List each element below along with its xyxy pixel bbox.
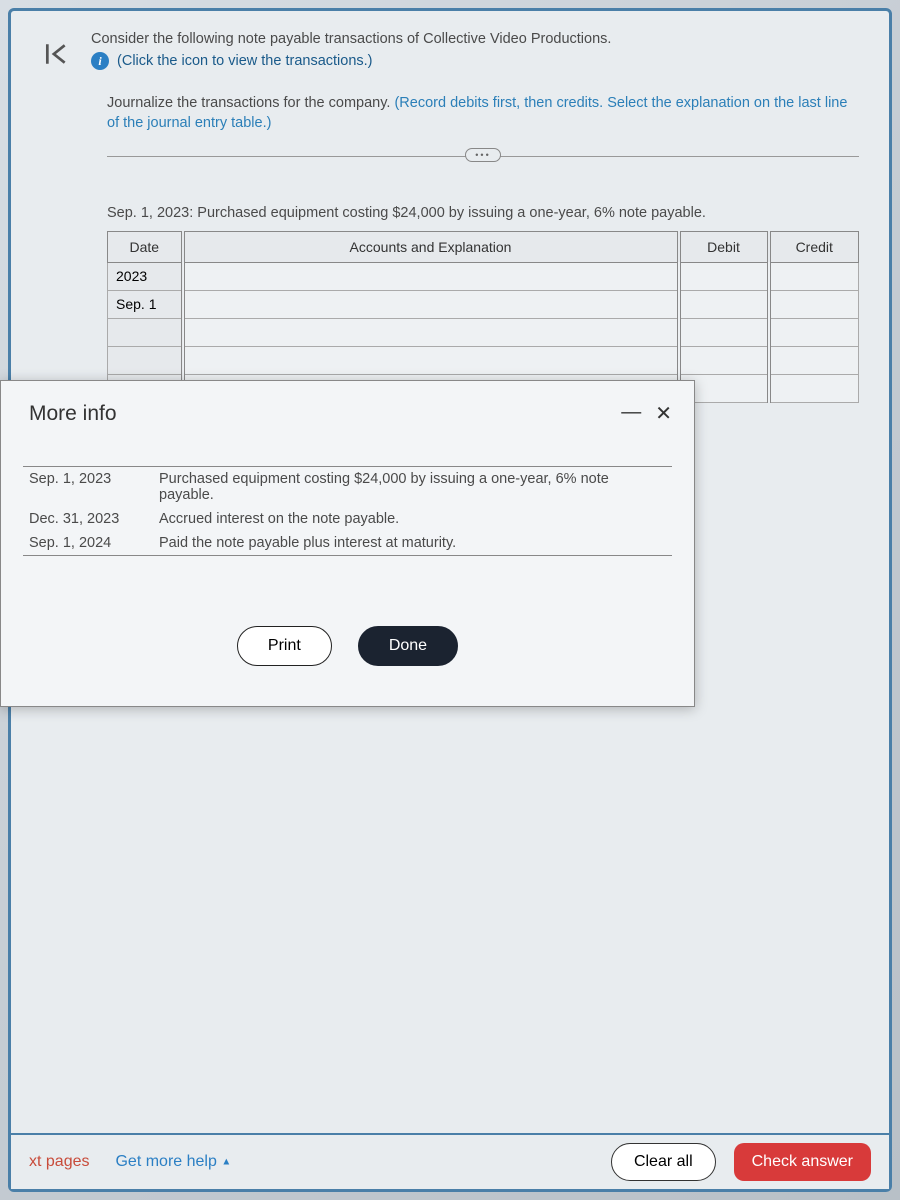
credit-input[interactable]: [779, 296, 851, 312]
help-label: Get more help: [115, 1153, 216, 1170]
cell-date: [108, 318, 183, 346]
header-credit: Credit: [769, 231, 859, 262]
view-transactions-link[interactable]: (Click the icon to view the transactions…: [117, 53, 372, 69]
instruction-prefix: Journalize the transactions for the comp…: [107, 95, 394, 111]
debit-input[interactable]: [689, 268, 759, 284]
cell-debit[interactable]: [679, 290, 769, 318]
close-icon[interactable]: ✕: [655, 401, 672, 426]
credit-input[interactable]: [779, 268, 851, 284]
more-info-modal: More info — ✕ Sep. 1, 2023 Purchased equ…: [0, 380, 695, 707]
journal-entry-section: Sep. 1, 2023: Purchased equipment costin…: [11, 175, 889, 403]
bottom-right: Clear all Check answer: [611, 1143, 871, 1181]
bottom-left: xt pages Get more help ▲: [29, 1153, 231, 1171]
cell-credit[interactable]: [769, 318, 859, 346]
modal-header: More info — ✕: [1, 381, 694, 438]
text-pages-link[interactable]: xt pages: [29, 1153, 89, 1171]
journal-table: Date Accounts and Explanation Debit Cred…: [107, 231, 859, 403]
minimize-icon[interactable]: —: [621, 401, 641, 426]
intro-line1: Consider the following note payable tran…: [91, 29, 869, 51]
accounts-input[interactable]: [193, 296, 669, 312]
credit-input[interactable]: [779, 324, 851, 340]
cell-debit[interactable]: [679, 346, 769, 374]
accounts-input[interactable]: [193, 268, 669, 284]
entry-label: Sep. 1, 2023: Purchased equipment costin…: [107, 205, 859, 221]
credit-input[interactable]: [779, 352, 851, 368]
info-row: Sep. 1, 2023 Purchased equipment costing…: [23, 467, 672, 508]
chevron-left-bar-icon: [43, 41, 69, 67]
modal-actions: Print Done: [1, 566, 694, 706]
clear-all-button[interactable]: Clear all: [611, 1143, 716, 1181]
info-row: Sep. 1, 2024 Paid the note payable plus …: [23, 531, 672, 556]
cell-credit[interactable]: [769, 290, 859, 318]
caret-up-icon: ▲: [221, 1156, 231, 1167]
cell-day: Sep. 1: [108, 290, 183, 318]
table-row: 2023: [108, 262, 859, 290]
modal-window-controls: — ✕: [621, 401, 672, 426]
cell-accounts[interactable]: [183, 262, 679, 290]
back-icon[interactable]: [31, 29, 81, 79]
modal-body: Sep. 1, 2023 Purchased equipment costing…: [1, 438, 694, 566]
accounts-input[interactable]: [193, 352, 669, 368]
done-button[interactable]: Done: [358, 626, 458, 666]
header-accounts: Accounts and Explanation: [183, 231, 679, 262]
cell-accounts[interactable]: [183, 318, 679, 346]
info-desc: Paid the note payable plus interest at m…: [153, 531, 672, 556]
info-row: Dec. 31, 2023 Accrued interest on the no…: [23, 507, 672, 531]
table-header-row: Date Accounts and Explanation Debit Cred…: [108, 231, 859, 262]
print-button[interactable]: Print: [237, 626, 332, 666]
info-desc: Accrued interest on the note payable.: [153, 507, 672, 531]
debit-input[interactable]: [689, 324, 759, 340]
cell-credit[interactable]: [769, 346, 859, 374]
intro-text: Consider the following note payable tran…: [81, 29, 869, 73]
info-date: Sep. 1, 2023: [23, 467, 153, 508]
get-more-help-link[interactable]: Get more help ▲: [115, 1153, 231, 1171]
debit-input[interactable]: [689, 296, 759, 312]
section-divider: •••: [107, 156, 859, 157]
intro-line2: i (Click the icon to view the transactio…: [91, 51, 869, 73]
debit-input[interactable]: [689, 380, 759, 396]
cell-date: [108, 346, 183, 374]
header-debit: Debit: [679, 231, 769, 262]
check-answer-button[interactable]: Check answer: [734, 1143, 871, 1181]
header-date: Date: [108, 231, 183, 262]
table-row: Sep. 1: [108, 290, 859, 318]
cell-debit[interactable]: [679, 318, 769, 346]
cell-credit[interactable]: [769, 374, 859, 402]
bottom-bar: xt pages Get more help ▲ Clear all Check…: [11, 1133, 889, 1189]
instruction-text: Journalize the transactions for the comp…: [11, 87, 889, 146]
drag-grip-icon[interactable]: •••: [465, 148, 501, 162]
modal-title: More info: [29, 402, 117, 426]
table-row: [108, 346, 859, 374]
cell-credit[interactable]: [769, 262, 859, 290]
credit-input[interactable]: [779, 380, 851, 396]
top-section: Consider the following note payable tran…: [11, 11, 889, 87]
info-table: Sep. 1, 2023 Purchased equipment costing…: [23, 466, 672, 556]
cell-year: 2023: [108, 262, 183, 290]
info-icon[interactable]: i: [91, 52, 109, 70]
info-date: Dec. 31, 2023: [23, 507, 153, 531]
table-row: [108, 318, 859, 346]
info-desc: Purchased equipment costing $24,000 by i…: [153, 467, 672, 508]
cell-accounts[interactable]: [183, 290, 679, 318]
debit-input[interactable]: [689, 352, 759, 368]
accounts-input[interactable]: [193, 324, 669, 340]
info-date: Sep. 1, 2024: [23, 531, 153, 556]
cell-debit[interactable]: [679, 262, 769, 290]
cell-accounts[interactable]: [183, 346, 679, 374]
